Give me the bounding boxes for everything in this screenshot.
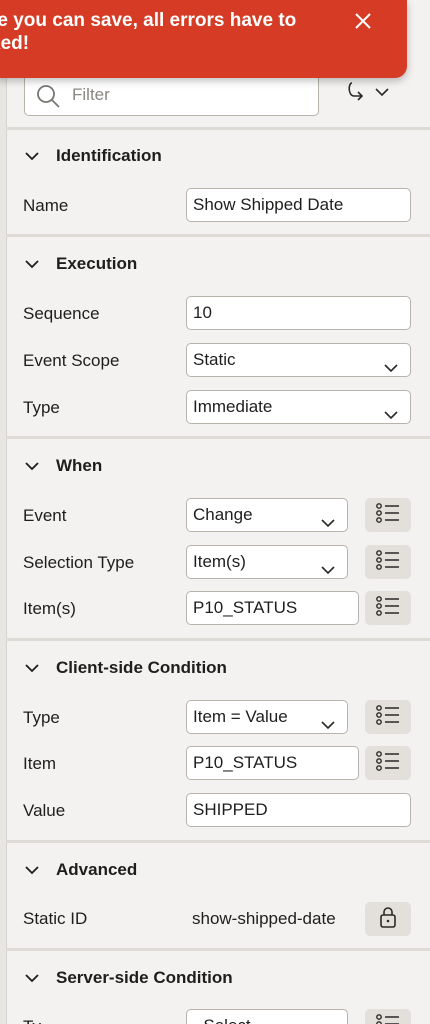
event-scope-select[interactable]: Static bbox=[186, 343, 411, 377]
section-title: Advanced bbox=[56, 860, 138, 879]
sequence-label: Sequence bbox=[23, 304, 100, 323]
chevron-down-icon bbox=[24, 258, 44, 270]
list-icon bbox=[375, 595, 401, 622]
divider bbox=[6, 127, 430, 130]
section-title: Server-side Condition bbox=[56, 968, 233, 987]
items-field[interactable]: P10_STATUS bbox=[186, 591, 359, 625]
goto-arrow-icon bbox=[344, 80, 374, 109]
selection-type-value: Item(s) bbox=[193, 552, 246, 571]
event-label: Event bbox=[23, 506, 67, 525]
list-icon bbox=[375, 549, 401, 576]
search-icon bbox=[35, 83, 61, 114]
chevron-down-icon bbox=[24, 864, 44, 876]
event-scope-label: Event Scope bbox=[23, 351, 120, 370]
section-advanced[interactable]: Advanced bbox=[24, 850, 137, 890]
list-icon bbox=[375, 1013, 401, 1024]
static-id-value: show-shipped-date bbox=[192, 909, 336, 928]
chevron-down-icon bbox=[384, 353, 398, 376]
event-scope-value: Static bbox=[193, 350, 236, 369]
type-value: Immediate bbox=[193, 397, 273, 416]
items-label: Item(s) bbox=[23, 599, 76, 618]
list-icon bbox=[375, 502, 401, 529]
selection-type-select[interactable]: Item(s) bbox=[186, 545, 348, 579]
server-type-select[interactable]: - Select - bbox=[186, 1009, 348, 1024]
list-icon bbox=[375, 750, 401, 777]
static-id-label: Static ID bbox=[23, 909, 88, 928]
static-id-lock-button[interactable] bbox=[365, 902, 411, 936]
lock-icon bbox=[378, 905, 398, 934]
type-label: Type bbox=[23, 398, 60, 417]
condition-item-list-button[interactable] bbox=[365, 746, 411, 780]
filter-input[interactable]: Filter bbox=[24, 74, 319, 116]
section-title: When bbox=[56, 456, 103, 475]
selection-type-list-button[interactable] bbox=[365, 545, 411, 579]
chevron-down-icon bbox=[321, 555, 335, 578]
section-client-condition[interactable]: Client-side Condition bbox=[24, 648, 227, 688]
toast-message: re you can save, all errors have to ked! bbox=[0, 10, 297, 54]
chevron-down-icon bbox=[24, 150, 44, 162]
items-list-button[interactable] bbox=[365, 591, 411, 625]
condition-value-field[interactable]: SHIPPED bbox=[186, 793, 411, 827]
divider bbox=[6, 436, 430, 439]
section-execution[interactable]: Execution bbox=[24, 244, 137, 284]
chevron-down-icon bbox=[24, 460, 44, 472]
close-icon[interactable] bbox=[350, 8, 376, 34]
filter-placeholder: Filter bbox=[72, 85, 110, 104]
condition-type-value: Item = Value bbox=[193, 707, 288, 726]
list-icon bbox=[375, 704, 401, 731]
condition-type-select[interactable]: Item = Value bbox=[186, 700, 348, 734]
go-to-group-button[interactable] bbox=[340, 76, 394, 112]
type-select[interactable]: Immediate bbox=[186, 390, 411, 424]
condition-item-label: Item bbox=[23, 754, 57, 773]
condition-type-label: Type bbox=[23, 708, 60, 727]
section-title: Execution bbox=[56, 254, 138, 273]
chevron-down-icon bbox=[321, 508, 335, 531]
server-type-label: Ty bbox=[23, 1010, 41, 1024]
divider bbox=[6, 840, 430, 843]
event-list-button[interactable] bbox=[365, 498, 411, 532]
chevron-down-icon bbox=[24, 662, 44, 674]
section-when[interactable]: When bbox=[24, 446, 102, 486]
server-type-value: - Select - bbox=[193, 1016, 261, 1024]
event-select[interactable]: Change bbox=[186, 498, 348, 532]
section-identification[interactable]: Identification bbox=[24, 136, 162, 176]
divider bbox=[6, 234, 430, 237]
chevron-down-icon bbox=[24, 972, 44, 984]
error-toast: re you can save, all errors have to ked! bbox=[0, 0, 407, 78]
server-type-list-button[interactable] bbox=[365, 1009, 411, 1024]
condition-type-list-button[interactable] bbox=[365, 700, 411, 734]
divider bbox=[6, 948, 430, 951]
condition-item-field[interactable]: P10_STATUS bbox=[186, 746, 359, 780]
chevron-down-icon bbox=[384, 400, 398, 423]
chevron-down-icon bbox=[374, 85, 390, 103]
sequence-field[interactable]: 10 bbox=[186, 296, 411, 330]
chevron-down-icon bbox=[321, 710, 335, 733]
filter-row: Filter bbox=[18, 72, 418, 120]
divider bbox=[6, 638, 430, 641]
section-server-condition[interactable]: Server-side Condition bbox=[24, 958, 233, 998]
section-title: Identification bbox=[56, 146, 162, 165]
name-field[interactable]: Show Shipped Date bbox=[186, 188, 411, 222]
selection-type-label: Selection Type bbox=[23, 553, 135, 572]
condition-value-label: Value bbox=[23, 801, 66, 820]
name-label: Name bbox=[23, 196, 69, 215]
section-title: Client-side Condition bbox=[56, 658, 227, 677]
event-value: Change bbox=[193, 505, 253, 524]
